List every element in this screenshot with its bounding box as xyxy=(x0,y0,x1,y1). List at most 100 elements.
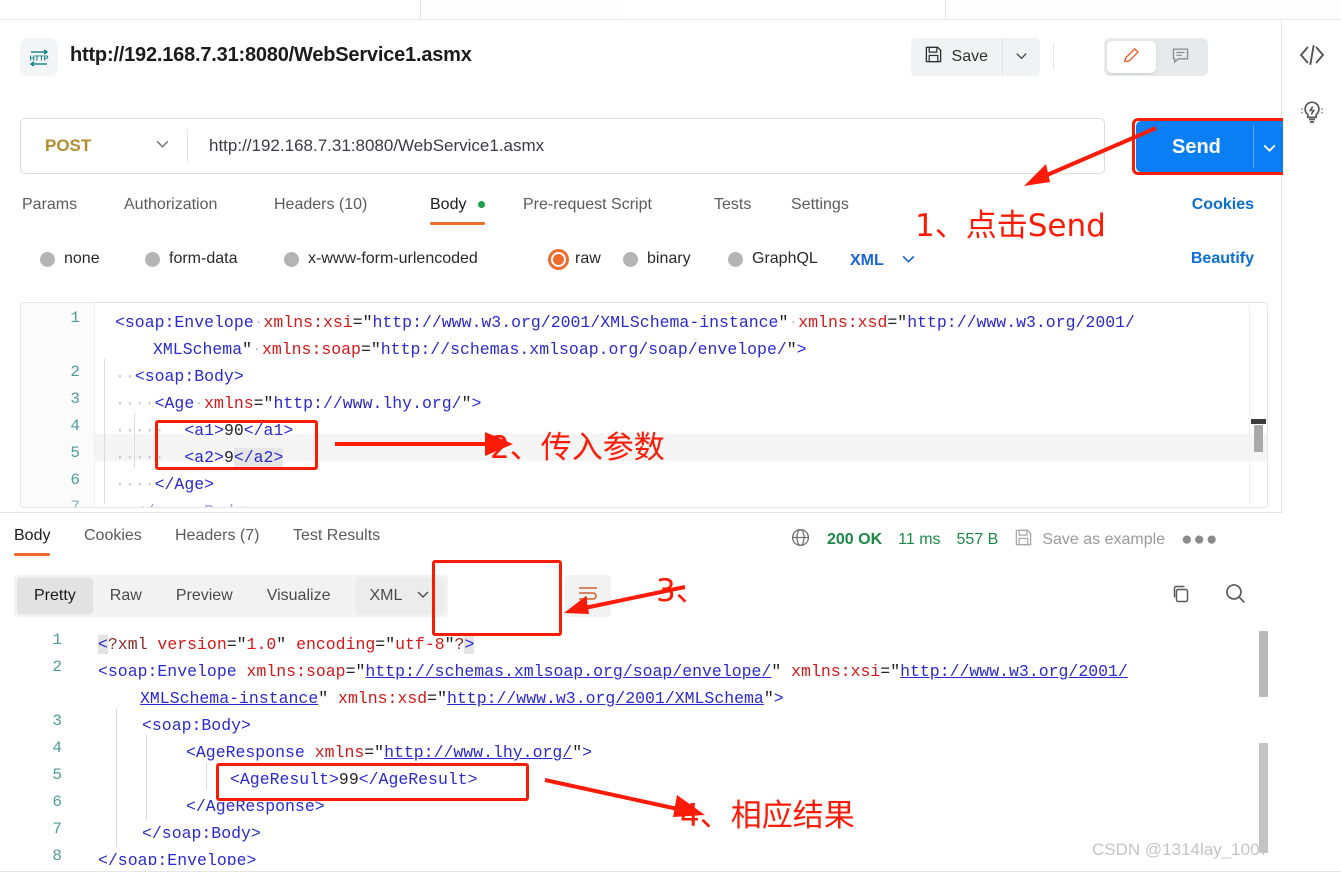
response-format-label: XML xyxy=(369,587,403,604)
lightbulb-icon[interactable] xyxy=(1297,97,1327,132)
body-type-graphql[interactable]: GraphQL xyxy=(728,250,818,268)
response-editor-gutter: 1 2 3 4 5 6 7 8 xyxy=(0,625,76,865)
pencil-icon xyxy=(1122,46,1141,68)
radio-icon xyxy=(623,251,638,267)
response-format-selector[interactable]: XML xyxy=(355,578,446,614)
chevron-down-icon xyxy=(900,250,917,272)
view-mode-pretty[interactable]: Pretty xyxy=(17,578,93,614)
body-format-selector[interactable]: XML xyxy=(850,250,917,272)
request-editor-scrollbar[interactable] xyxy=(1249,306,1263,504)
word-wrap-button[interactable] xyxy=(565,575,611,617)
line-number: 3 xyxy=(70,390,80,408)
scroll-cap xyxy=(1251,419,1266,424)
copy-icon[interactable] xyxy=(1169,582,1193,611)
body-format-label: XML xyxy=(850,252,884,269)
save-as-example-button[interactable]: Save as example xyxy=(1014,528,1165,552)
body-type-urlencoded[interactable]: x-www-form-urlencoded xyxy=(284,250,478,268)
response-tab-headers[interactable]: Headers (7) xyxy=(175,527,259,545)
request-editor-gutter: 1 2 3 4 5 6 7 xyxy=(21,303,95,507)
edit-mode-button[interactable] xyxy=(1107,41,1156,73)
tab-pre-request-script[interactable]: Pre-request Script xyxy=(523,196,652,214)
chevron-down-icon xyxy=(1014,48,1029,66)
tab-params[interactable]: Params xyxy=(22,196,77,214)
comment-mode-button[interactable] xyxy=(1156,41,1205,73)
radio-icon xyxy=(40,251,55,267)
active-tab-underline xyxy=(14,553,51,556)
line-number: 2 xyxy=(52,658,62,676)
toolbar-divider xyxy=(1053,44,1054,70)
line-number: 1 xyxy=(52,631,62,649)
svg-text:HTTP: HTTP xyxy=(29,54,48,63)
tab-label: Test Results xyxy=(293,527,381,544)
tab-tests[interactable]: Tests xyxy=(714,196,751,214)
tab-item[interactable] xyxy=(0,0,421,20)
tab-headers[interactable]: Headers (10) xyxy=(274,196,367,214)
request-title-row: HTTP http://192.168.7.31:8080/WebService… xyxy=(0,26,1282,88)
line-number: 5 xyxy=(52,766,62,784)
response-tools xyxy=(1169,581,1248,611)
line-number: 7 xyxy=(52,820,62,838)
method-label: POST xyxy=(45,136,92,155)
annotation-text-2: 2、传入参数 xyxy=(490,430,665,466)
body-type-none[interactable]: none xyxy=(40,250,100,268)
tab-item[interactable] xyxy=(624,0,946,20)
tab-strip xyxy=(0,0,1341,20)
option-label: binary xyxy=(647,250,691,267)
tab-settings[interactable]: Settings xyxy=(791,196,849,214)
tab-gap xyxy=(946,0,1341,20)
response-view-modes: Pretty Raw Preview Visualize XML xyxy=(14,575,449,617)
response-editor-scroll-thumb[interactable] xyxy=(1259,631,1268,697)
view-mode-raw[interactable]: Raw xyxy=(93,578,159,614)
annotation-text-1: 1、点击Send xyxy=(915,208,1106,244)
search-icon[interactable] xyxy=(1223,581,1248,611)
body-type-binary[interactable]: binary xyxy=(623,250,691,268)
response-pane: Body Cookies Headers (7) Test Results 20… xyxy=(0,512,1282,872)
method-selector[interactable]: POST xyxy=(21,119,187,173)
request-editor-scroll-thumb[interactable] xyxy=(1254,425,1263,452)
radio-icon xyxy=(284,251,299,267)
view-mode-preview[interactable]: Preview xyxy=(159,578,250,614)
radio-icon xyxy=(728,251,743,267)
request-body-editor[interactable]: 1 2 3 4 5 6 7 <soap:Envelope·xmlns:xsi="… xyxy=(20,302,1268,508)
option-label: GraphQL xyxy=(752,250,818,267)
chevron-down-icon[interactable] xyxy=(1261,139,1278,161)
watermark: CSDN @1314lay_1007 xyxy=(1092,840,1269,859)
line-number: 6 xyxy=(52,793,62,811)
body-type-form-data[interactable]: form-data xyxy=(145,250,237,268)
more-options-icon[interactable]: ●●● xyxy=(1181,529,1218,551)
body-type-raw[interactable]: raw xyxy=(551,250,601,268)
option-label: form-data xyxy=(169,250,238,267)
view-mode-group xyxy=(1104,38,1208,76)
tab-label: Pre-request Script xyxy=(523,196,652,213)
line-number: 1 xyxy=(70,309,80,327)
response-tab-body[interactable]: Body xyxy=(14,527,51,556)
response-body-editor[interactable]: 1 2 3 4 5 6 7 8 <?xml version="1.0" enco… xyxy=(0,625,1282,865)
url-input[interactable] xyxy=(188,136,1104,156)
tab-body[interactable]: Body xyxy=(430,196,485,225)
tab-label: Body xyxy=(430,196,467,213)
cookies-link[interactable]: Cookies xyxy=(1192,196,1254,214)
response-tab-cookies[interactable]: Cookies xyxy=(84,527,142,545)
word-wrap-icon xyxy=(577,585,599,608)
view-mode-visualize[interactable]: Visualize xyxy=(250,578,348,614)
save-button-label: Save xyxy=(951,48,988,65)
radio-icon-selected xyxy=(551,251,566,267)
response-tab-test-results[interactable]: Test Results xyxy=(293,527,380,545)
send-button-group: Send xyxy=(1132,118,1292,175)
tab-label: Headers (7) xyxy=(175,527,260,544)
floppy-disk-icon xyxy=(1014,528,1033,552)
url-bar-row: POST Send xyxy=(20,118,1289,175)
comment-icon xyxy=(1171,46,1190,68)
code-icon[interactable] xyxy=(1297,40,1327,75)
chevron-down-icon xyxy=(154,135,171,157)
tab-label: Cookies xyxy=(84,527,142,544)
send-button[interactable]: Send xyxy=(1136,121,1288,172)
save-button[interactable]: Save xyxy=(910,38,1002,76)
mode-label: Preview xyxy=(175,587,233,604)
line-number: 7 xyxy=(70,498,80,508)
tab-authorization[interactable]: Authorization xyxy=(124,196,217,214)
request-code[interactable]: <soap:Envelope·xmlns:xsi="http://www.w3.… xyxy=(101,303,1267,507)
response-editor-scroll-thumb-lower[interactable] xyxy=(1259,743,1268,853)
save-options-button[interactable] xyxy=(1002,38,1040,76)
option-label: none xyxy=(64,250,100,267)
